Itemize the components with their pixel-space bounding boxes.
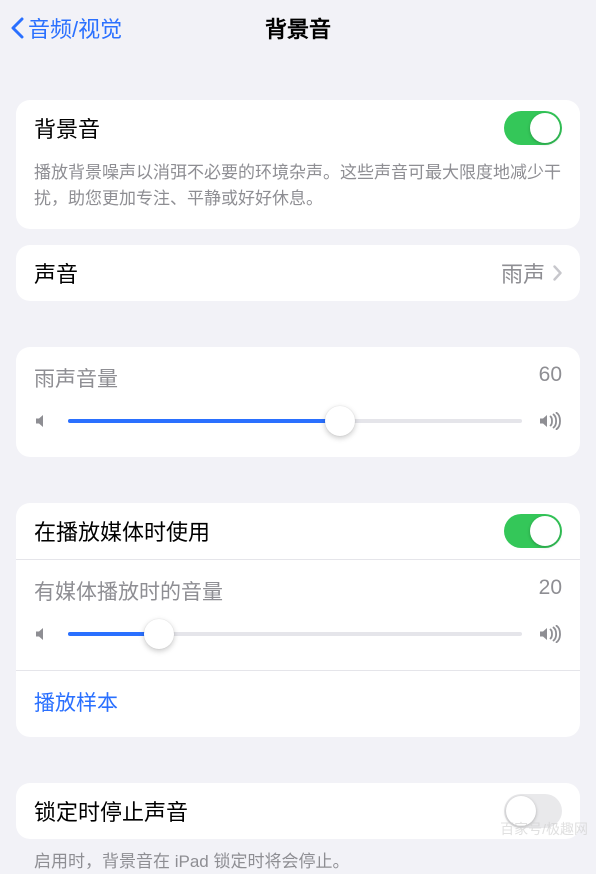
- toggle-use-when-media[interactable]: [504, 514, 562, 548]
- slider-label: 雨声音量: [34, 363, 118, 393]
- slider-label: 有媒体播放时的音量: [34, 576, 223, 606]
- row-background-sounds: 背景音: [16, 100, 580, 156]
- slider-rain-volume[interactable]: [68, 407, 522, 435]
- volume-high-icon: [538, 625, 562, 643]
- row-label: 背景音: [34, 112, 504, 144]
- chevron-left-icon: [10, 17, 24, 39]
- group-stop-when-locked: 锁定时停止声音: [16, 783, 580, 839]
- slider-value: 60: [539, 363, 562, 393]
- header: 音频/视觉 背景音: [0, 0, 596, 56]
- volume-high-icon: [538, 412, 562, 430]
- row-stop-when-locked: 锁定时停止声音: [16, 783, 580, 839]
- toggle-stop-when-locked[interactable]: [504, 794, 562, 828]
- row-label: 锁定时停止声音: [34, 795, 504, 827]
- slider-value: 20: [539, 576, 562, 606]
- back-label: 音频/视觉: [28, 12, 122, 44]
- chevron-right-icon: [553, 265, 562, 281]
- background-sounds-description: 播放背景噪声以消弭不必要的环境杂声。这些声音可最大限度地减少干扰，助您更加专注、…: [16, 156, 580, 229]
- row-label: 在播放媒体时使用: [34, 515, 504, 547]
- slider-block-rain: 雨声音量 60: [16, 347, 580, 457]
- row-label: 声音: [34, 257, 501, 289]
- back-button[interactable]: 音频/视觉: [10, 12, 122, 44]
- slider-media-volume[interactable]: [68, 620, 522, 648]
- volume-low-icon: [34, 412, 52, 430]
- volume-low-icon: [34, 625, 52, 643]
- stop-when-locked-footer: 启用时，背景音在 iPad 锁定时将会停止。: [16, 839, 580, 874]
- group-media: 在播放媒体时使用 有媒体播放时的音量 20: [16, 503, 580, 737]
- slider-block-media: 有媒体播放时的音量 20: [16, 559, 580, 670]
- row-value: 雨声: [501, 257, 545, 289]
- row-sound[interactable]: 声音 雨声: [16, 245, 580, 301]
- play-sample-link[interactable]: 播放样本: [16, 670, 580, 737]
- group-rain-volume: 雨声音量 60: [16, 347, 580, 457]
- row-use-when-media: 在播放媒体时使用: [16, 503, 580, 559]
- group-sound: 声音 雨声: [16, 245, 580, 301]
- group-background-sounds: 背景音 播放背景噪声以消弭不必要的环境杂声。这些声音可最大限度地减少干扰，助您更…: [16, 100, 580, 229]
- toggle-background-sounds[interactable]: [504, 111, 562, 145]
